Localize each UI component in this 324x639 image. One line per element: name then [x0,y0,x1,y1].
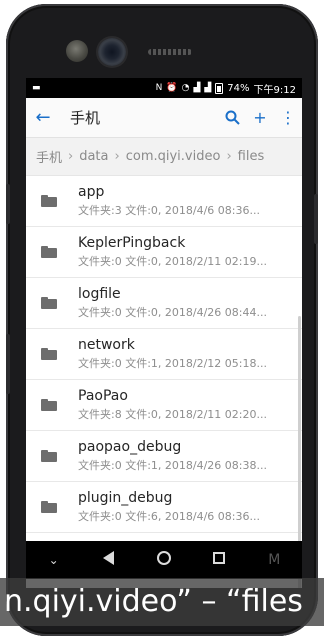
file-name: logfile [78,286,121,302]
file-meta: 文件夹:0 文件:6, 2018/4/6 08:36... [78,510,260,523]
screen: ▬ N ⏰ ◔ ▟ ▟ 74% 下午9:12 ← 手机 + ⋮ 手机 › dat… [26,78,302,588]
file-meta: 文件夹:0 文件:0, 2018/4/26 08:44... [78,306,267,319]
folder-icon [41,246,57,258]
list-item[interactable]: app 文件夹:3 文件:0, 2018/4/6 08:36... [26,176,302,227]
file-name: PaoPao [78,388,128,404]
breadcrumb-item[interactable]: data [79,149,108,164]
m-nav-button[interactable]: M [259,552,289,568]
list-item[interactable]: KeplerPingback 文件夹:0 文件:0, 2018/2/11 02:… [26,227,302,278]
folder-icon [41,195,57,207]
file-meta: 文件夹:8 文件:0, 2018/2/11 02:20... [78,408,267,421]
nfc-icon: N [155,83,163,93]
list-item[interactable]: network 文件夹:0 文件:1, 2018/2/12 05:18... [26,329,302,380]
chevron-down-icon[interactable]: ⌄ [39,553,69,567]
breadcrumb-item[interactable]: com.qiyi.video [126,149,221,164]
power-button [314,194,318,244]
alarm-icon: ⏰ [166,83,178,93]
folder-icon [41,348,57,360]
file-list: app 文件夹:3 文件:0, 2018/4/6 08:36... Kepler… [26,176,302,588]
signal-icon-2: ▟ [204,83,212,93]
home-nav-icon[interactable] [149,551,179,569]
battery-percent: 74% [227,82,250,94]
file-meta: 文件夹:3 文件:0, 2018/4/6 08:36... [78,204,260,217]
breadcrumb-item[interactable]: files [238,149,265,164]
wifi-icon: ◔ [181,83,190,93]
list-item[interactable]: plugin_debug 文件夹:0 文件:6, 2018/4/6 08:36.… [26,482,302,533]
folder-icon [41,399,57,411]
list-item[interactable]: PaoPao 文件夹:8 文件:0, 2018/2/11 02:20... [26,380,302,431]
front-camera [98,38,126,66]
navigation-bar: ⌄ M [26,541,302,579]
breadcrumb-item[interactable]: 手机 [36,147,62,166]
file-name: app [78,184,105,200]
list-item[interactable]: paopao_debug 文件夹:0 文件:1, 2018/4/26 08:38… [26,431,302,482]
earpiece-speaker [148,49,192,55]
file-name: KeplerPingback [78,235,186,251]
signal-icon: ▟ [193,83,201,93]
volume-button [6,184,10,224]
front-sensor [66,40,88,62]
battery-icon [215,82,224,94]
side-button [6,334,10,394]
clock: 下午9:12 [253,84,296,96]
chevron-right-icon: › [226,149,232,164]
file-name: network [78,337,135,353]
add-icon[interactable]: + [246,108,274,127]
back-arrow-icon[interactable]: ← [26,107,60,128]
status-bar: ▬ N ⏰ ◔ ▟ ▟ 74% 下午9:12 [26,78,302,98]
file-name: paopao_debug [78,439,182,455]
file-name: plugin_debug [78,490,173,506]
file-meta: 文件夹:0 文件:1, 2018/2/12 05:18... [78,357,267,370]
video-caption: n.qiyi.video” – “files [0,578,324,626]
folder-icon [41,297,57,309]
back-nav-icon[interactable] [94,551,124,569]
folder-icon [41,501,57,513]
chevron-right-icon: › [114,149,120,164]
search-icon[interactable] [218,110,246,125]
page-title: 手机 [70,109,101,127]
video-icon: ▬ [32,83,41,93]
recents-nav-icon[interactable] [204,552,234,568]
list-item[interactable]: logfile 文件夹:0 文件:0, 2018/4/26 08:44... [26,278,302,329]
file-meta: 文件夹:0 文件:0, 2018/2/11 02:19... [78,255,267,268]
folder-icon [41,450,57,462]
app-bar: ← 手机 + ⋮ [26,98,302,138]
more-vert-icon[interactable]: ⋮ [274,108,302,127]
breadcrumb: 手机 › data › com.qiyi.video › files [26,138,302,176]
chevron-right-icon: › [68,149,74,164]
file-meta: 文件夹:0 文件:1, 2018/4/26 08:38... [78,459,267,472]
